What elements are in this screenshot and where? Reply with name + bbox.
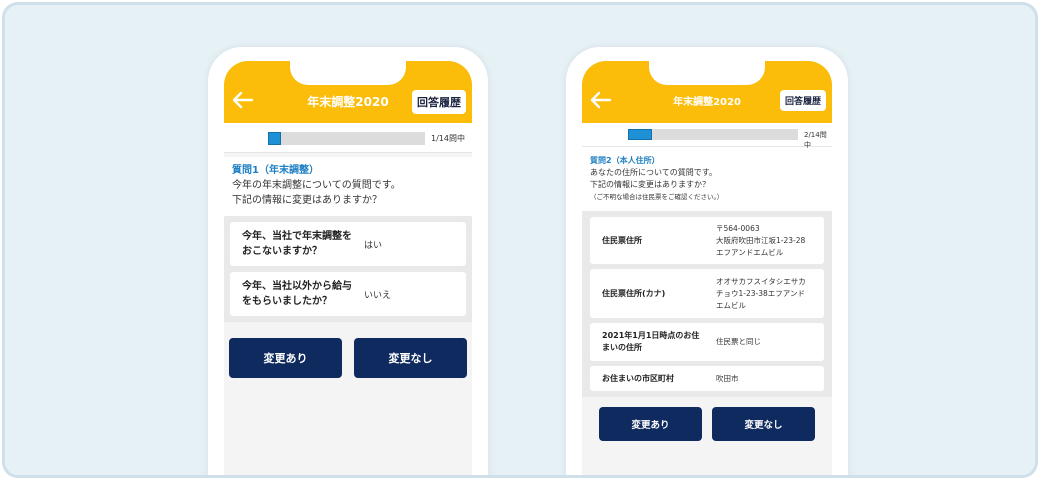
phone-mockup-1: 年末調整2020 回答履歴 1/14問中 質問1（年末調整） 今年の年末調整につ… [208, 47, 488, 475]
answer-panel: 今年、当社で年末調整を おこないますか？ はい 今年、当社以外から給与 をもらい… [224, 216, 472, 322]
question-title: 質問2（本人住所） [590, 156, 660, 165]
question-line2: 下記の情報に変更はありますか？ [590, 180, 710, 189]
button-row: 変更あり 変更なし [582, 407, 832, 441]
row-label-line2: をもらいましたか？ [242, 296, 332, 307]
row-value: 〒564-0063 大阪府吹田市江坂1-23-28 エフアンドエムビル [716, 223, 805, 259]
app-screen-2: 年末調整2020 回答履歴 2/14問中 質問2（本人住所） あなたの住所につい… [582, 61, 832, 475]
row-label: 今年、当社で年末調整を おこないますか？ [242, 229, 364, 259]
change-yes-button[interactable]: 変更あり [229, 338, 342, 378]
question-line1: 今年の年末調整についての質問です。 [232, 180, 401, 191]
change-yes-button[interactable]: 変更あり [599, 407, 702, 441]
row-value: 住民票と同じ [716, 337, 761, 346]
progress-text: 1/14問中 [431, 134, 465, 143]
row-value-line1: オオサカフスイタシエサカ [716, 276, 806, 286]
progress-area: 2/14問中 [582, 123, 832, 149]
row-label-line1: 2021年1月1日時点のお住 [602, 331, 700, 340]
row-value-line2: 大阪府吹田市江坂1-23-28 [716, 235, 806, 245]
row-label: 住民票住所 [602, 235, 716, 247]
question-note: （ご不明な場合は住民票をご確認ください。） [590, 193, 724, 201]
row-label-line1: 今年、当社で年末調整を [242, 231, 352, 242]
change-no-button[interactable]: 変更なし [712, 407, 815, 441]
phone-notch [290, 61, 406, 85]
row-value-line3: エムビル [716, 300, 746, 310]
row-label: お住まいの市区町村 [602, 373, 674, 383]
row-label: 今年、当社以外から給与 をもらいましたか？ [242, 279, 364, 309]
app-header: 年末調整2020 回答履歴 [224, 61, 472, 123]
row-value: オオサカフスイタシエサカ チョウ1-23-38エフアンド エムビル [716, 276, 806, 312]
row-label-line2: おこないますか？ [242, 246, 322, 257]
row-label-line2: まいの住所 [602, 343, 642, 352]
progress-area: 1/14問中 [224, 123, 472, 153]
phone-notch [649, 61, 765, 85]
question-line1: あなたの住所についての質問です。 [590, 168, 717, 177]
progress-bar [268, 132, 425, 145]
row-value-line1: 〒564-0063 [716, 223, 760, 233]
question-line2: 下記の情報に変更はありますか？ [232, 195, 382, 206]
progress-fill [628, 129, 652, 140]
answer-row: お住まいの市区町村 吹田市 [590, 366, 824, 391]
showcase-frame: 年末調整2020 回答履歴 1/14問中 質問1（年末調整） 今年の年末調整につ… [2, 2, 1038, 478]
phone-mockup-2: 年末調整2020 回答履歴 2/14問中 質問2（本人住所） あなたの住所につい… [566, 47, 848, 475]
row-value-line2: チョウ1-23-38エフアンド [716, 288, 805, 298]
progress-text: 2/14問中 [804, 131, 827, 149]
answer-row: 2021年1月1日時点のお住 まいの住所 住民票と同じ [590, 323, 824, 361]
question-section: 質問1（年末調整） 今年の年末調整についての質問です。 下記の情報に変更はありま… [224, 157, 472, 216]
history-button[interactable]: 回答履歴 [412, 90, 466, 114]
question-title: 質問1（年末調整） [232, 165, 319, 176]
row-value: 吹田市 [716, 373, 739, 383]
answer-row: 今年、当社以外から給与 をもらいましたか？ いいえ [230, 272, 466, 316]
app-header: 年末調整2020 回答履歴 [582, 61, 832, 123]
row-value-line3: エフアンドエムビル [716, 247, 784, 257]
progress-bar [628, 129, 798, 140]
row-label-line1: 住民票住所(カナ) [602, 288, 666, 298]
answer-row: 今年、当社で年末調整を おこないますか？ はい [230, 222, 466, 266]
answer-panel: 住民票住所 〒564-0063 大阪府吹田市江坂1-23-28 エフアンドエムビ… [582, 211, 832, 397]
row-label: 2021年1月1日時点のお住 まいの住所 [602, 330, 716, 354]
question-section: 質問2（本人住所） あなたの住所についての質問です。 下記の情報に変更はあります… [582, 147, 832, 211]
row-value: いいえ [364, 290, 392, 301]
row-label-line1: 今年、当社以外から給与 [242, 281, 352, 292]
row-label-line1: 住民票住所 [602, 235, 642, 245]
row-label: 住民票住所(カナ) [602, 288, 716, 300]
change-no-button[interactable]: 変更なし [354, 338, 467, 378]
history-button[interactable]: 回答履歴 [779, 90, 826, 111]
row-value: はい [364, 240, 383, 251]
button-row: 変更あり 変更なし [224, 338, 472, 378]
app-screen-1: 年末調整2020 回答履歴 1/14問中 質問1（年末調整） 今年の年末調整につ… [224, 61, 472, 475]
answer-row: 住民票住所 〒564-0063 大阪府吹田市江坂1-23-28 エフアンドエムビ… [590, 217, 824, 264]
progress-fill [268, 132, 281, 145]
answer-row: 住民票住所(カナ) オオサカフスイタシエサカ チョウ1-23-38エフアンド エ… [590, 269, 824, 318]
